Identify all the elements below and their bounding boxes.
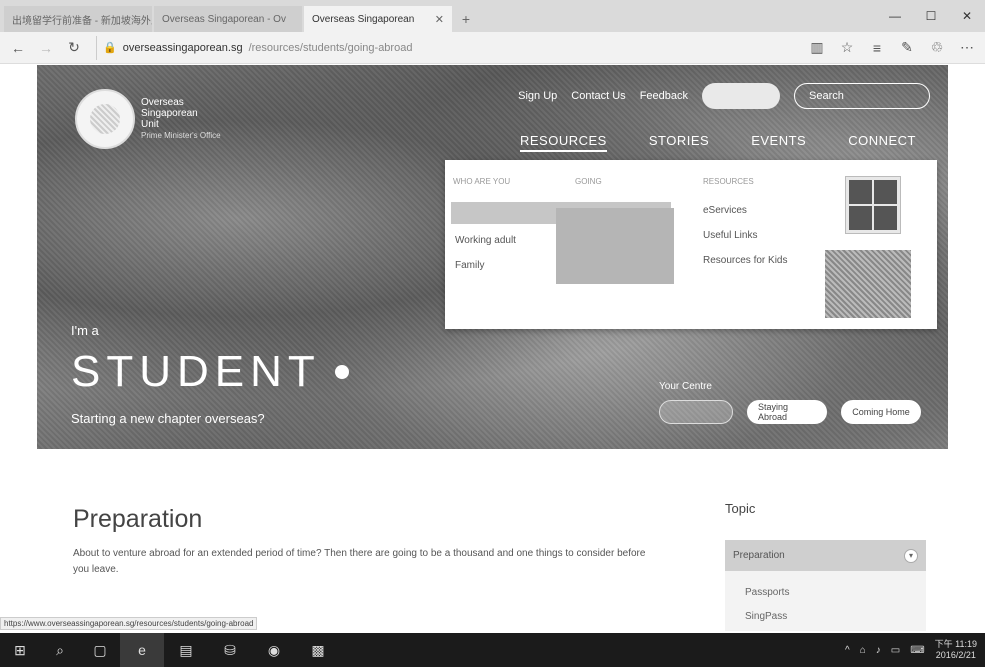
favorite-star-icon[interactable]: ☆ [835,36,859,60]
your-centre-label: Your Centre [659,381,712,392]
keyboard-icon[interactable]: ⌨ [910,645,924,656]
nav-stories[interactable]: STORIES [649,133,709,152]
logo-text: Overseas Singaporean Unit Prime Minister… [141,97,221,140]
top-links: Sign Up Contact Us Feedback Search [518,83,930,109]
feedback-link[interactable]: Feedback [640,90,688,102]
close-window-button[interactable]: ✕ [949,0,985,32]
address-path: /resources/students/going-abroad [248,41,413,54]
chrome-icon[interactable]: ◉ [252,633,296,667]
promo-thumbnail[interactable] [845,176,901,234]
contact-us-link[interactable]: Contact Us [571,90,625,102]
back-button[interactable]: ← [6,36,30,60]
role-selector[interactable]: STUDENT [71,347,349,397]
main-nav: RESOURCES STORIES EVENTS CONNECT [520,133,916,152]
lock-icon: 🔒 [103,42,117,54]
reading-view-icon[interactable]: ▥ [805,36,829,60]
address-domain: overseassingaporean.sg [122,41,243,54]
task-view-icon[interactable]: ▢ [80,633,120,667]
maximize-button[interactable]: ☐ [913,0,949,32]
coming-home-button[interactable]: Coming Home [841,400,921,424]
centre-button-blank[interactable] [659,400,733,424]
dropdown-item[interactable]: Resources for Kids [703,255,787,266]
hero-im-a: I'm a [71,323,99,338]
app-icon[interactable]: ▩ [296,633,340,667]
staying-abroad-button[interactable]: Staying Abroad [747,400,827,424]
network-icon[interactable]: ⌂ [860,645,866,656]
tab-bar: 出境留学行前准备 - 新加坡海外人 Overseas Singaporean -… [0,0,985,32]
tab-title: Overseas Singaporean [312,13,415,25]
close-tab-icon[interactable]: ✕ [435,13,444,26]
tab-title: 出境留学行前准备 - 新加坡海外人 [12,15,152,27]
notification-icon[interactable]: ▭ [891,645,900,656]
intro-text: About to venture abroad for an extended … [73,548,646,575]
chevron-up-icon[interactable]: ^ [845,645,850,656]
topic-list: Passports SingPass [725,571,926,631]
store-icon[interactable]: ⛁ [208,633,252,667]
topic-item-singpass[interactable]: SingPass [745,611,787,622]
topic-heading: Topic [725,501,756,516]
dropdown-item[interactable]: eServices [703,205,747,216]
minimize-button[interactable]: — [877,0,913,32]
windows-taskbar: ⊞ ⌕ ▢ e ▤ ⛁ ◉ ▩ ^ ⌂ ♪ ▭ ⌨ 下午 11:19 2016/… [0,633,985,667]
dropdown-item[interactable]: Working adult [455,235,516,246]
centre-buttons: Staying Abroad Coming Home [659,400,921,424]
hub-icon[interactable]: ≡ [865,36,889,60]
logo-emblem-icon [75,89,135,149]
resources-dropdown: WHO ARE YOU GOING RESOURCES Working adul… [445,160,937,329]
system-tray: ^ ⌂ ♪ ▭ ⌨ 下午 11:19 2016/2/21 [845,639,985,661]
volume-icon[interactable]: ♪ [876,645,881,656]
dropdown-item[interactable]: Useful Links [703,230,757,241]
dropdown-header: RESOURCES [703,177,754,186]
web-note-icon[interactable]: ✎ [895,36,919,60]
page-title: Preparation [73,505,203,533]
browser-tab-active[interactable]: Overseas Singaporean ✕ [304,6,452,32]
chevron-down-icon: ▾ [904,548,918,563]
status-bar-url: https://www.overseassingaporean.sg/resou… [0,617,258,630]
refresh-button[interactable]: ↻ [62,36,86,60]
chevron-down-icon[interactable] [334,365,349,379]
hero-tagline: Starting a new chapter overseas? [71,411,265,426]
file-explorer-icon[interactable]: ▤ [164,633,208,667]
topic-selected-label: Preparation [733,550,785,561]
search-input[interactable]: Search [794,83,930,109]
promo-image[interactable] [825,250,911,318]
dropdown-item[interactable]: Family [455,260,484,271]
tab-title: Overseas Singaporean - Ov [162,13,286,25]
nav-events[interactable]: EVENTS [751,133,806,152]
share-icon[interactable]: ♲ [925,36,949,60]
clock[interactable]: 下午 11:19 2016/2/21 [935,639,977,661]
nav-connect[interactable]: CONNECT [848,133,916,152]
search-icon[interactable]: ⌕ [40,633,80,667]
forward-button[interactable]: → [34,36,58,60]
start-windows-icon[interactable]: ⊞ [0,633,40,667]
more-icon[interactable]: ⋯ [955,36,979,60]
address-bar[interactable]: 🔒 overseassingaporean.sg/resources/stude… [96,35,801,60]
role-label: STUDENT [71,347,321,396]
browser-tab[interactable]: 出境留学行前准备 - 新加坡海外人 [4,6,152,32]
navigation-bar: ← → ↻ 🔒 overseassingaporean.sg/resources… [0,32,985,64]
browser-toolbar: ▥ ☆ ≡ ✎ ♲ ⋯ [805,36,979,60]
site-logo[interactable]: Overseas Singaporean Unit Prime Minister… [75,89,221,149]
new-tab-button[interactable]: + [454,6,478,32]
dropdown-header: GOING [575,177,602,186]
login-button[interactable] [702,83,780,109]
topic-select[interactable]: Preparation ▾ [725,540,926,571]
topic-item-passports[interactable]: Passports [745,587,789,598]
dropdown-image-placeholder [556,208,674,284]
window-controls: — ☐ ✕ [877,0,985,32]
browser-tab[interactable]: Overseas Singaporean - Ov [154,6,302,32]
dropdown-header: WHO ARE YOU [453,177,511,186]
nav-resources[interactable]: RESOURCES [520,133,607,152]
edge-browser-icon[interactable]: e [120,633,164,667]
sign-up-link[interactable]: Sign Up [518,90,557,102]
